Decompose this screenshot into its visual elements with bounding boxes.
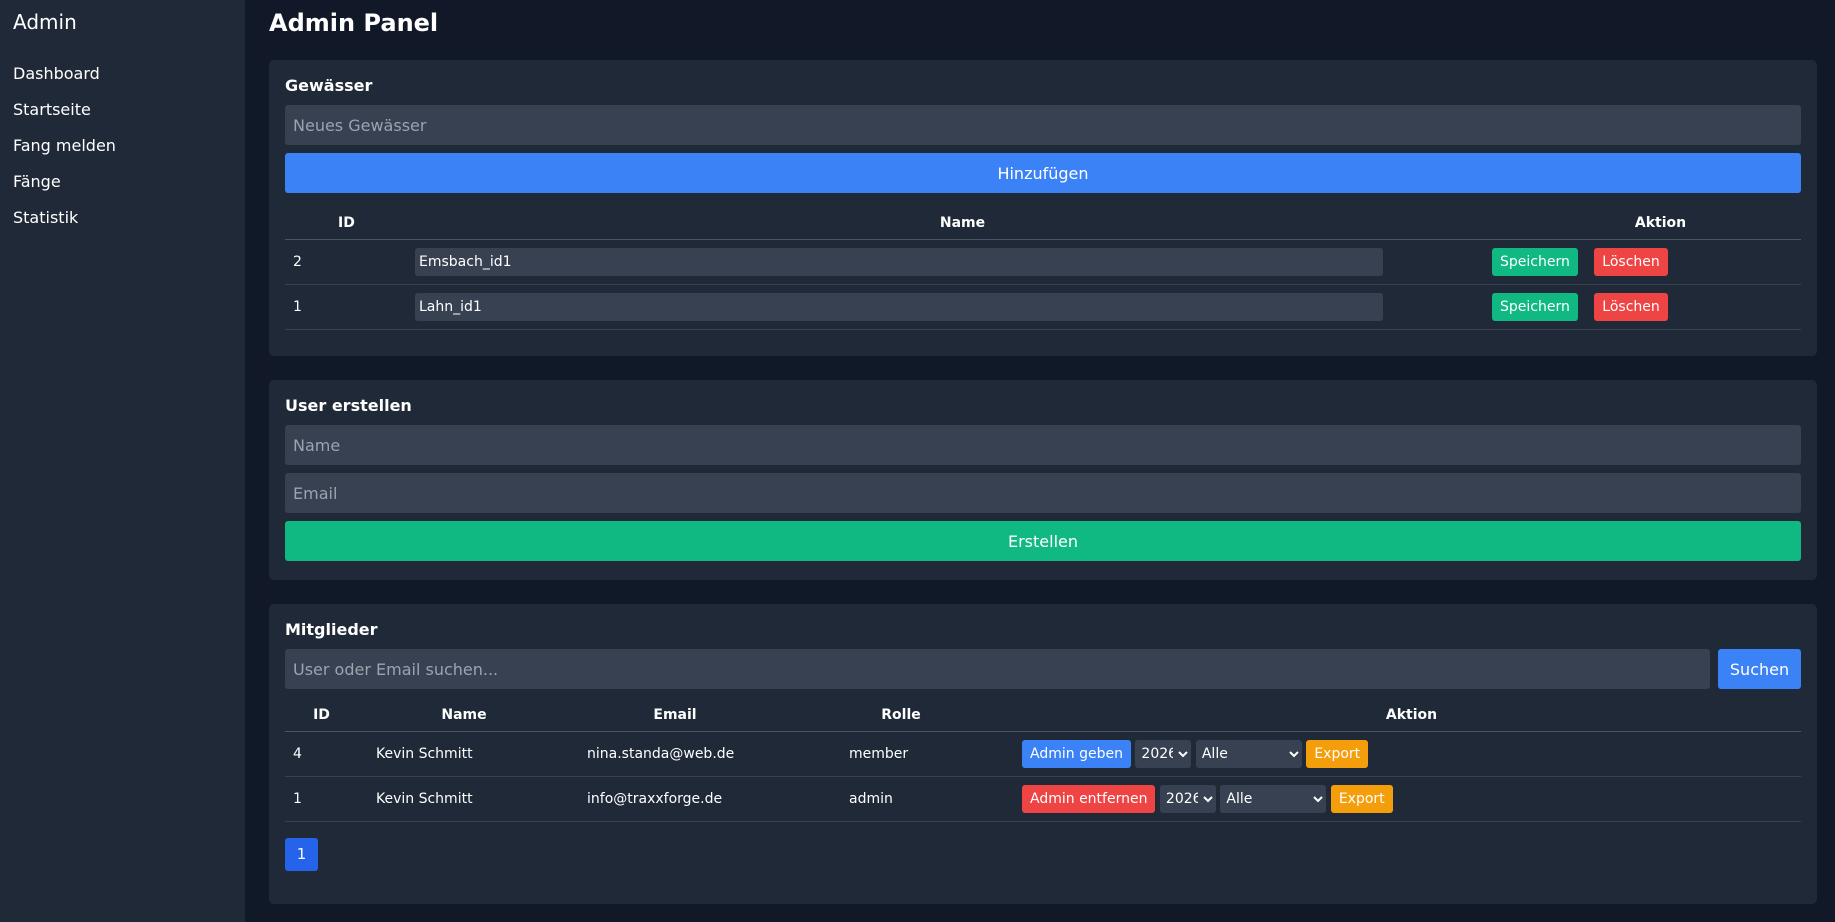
table-row: 1 Speichern Löschen <box>285 284 1801 330</box>
member-name: Kevin Schmitt <box>358 776 570 822</box>
filter-select[interactable]: Alle <box>1220 784 1327 813</box>
table-row: 4 Kevin Schmitt nina.standa@web.de membe… <box>285 731 1801 777</box>
gewaesser-name-input[interactable] <box>415 247 1383 276</box>
gewaesser-id: 1 <box>285 284 405 330</box>
user-create-title: User erstellen <box>285 396 412 415</box>
add-gewaesser-button[interactable]: Hinzufügen <box>285 153 1801 193</box>
delete-button[interactable]: Löschen <box>1594 247 1668 276</box>
sidebar-item-dashboard[interactable]: Dashboard <box>13 56 232 92</box>
member-name: Kevin Schmitt <box>358 731 570 777</box>
user-name-input[interactable] <box>285 425 1801 465</box>
gewaesser-id: 2 <box>285 239 405 285</box>
delete-button[interactable]: Löschen <box>1594 292 1668 321</box>
col-id: ID <box>285 207 405 240</box>
col-name: Name <box>405 207 1520 240</box>
col-name: Name <box>358 699 570 732</box>
search-button[interactable]: Suchen <box>1718 649 1801 689</box>
year-select[interactable]: 2026 <box>1159 784 1216 813</box>
main-content: Admin Panel Gewässer Hinzufügen ID Name … <box>269 0 1817 904</box>
sidebar-item-faenge[interactable]: Fänge <box>13 164 232 200</box>
pagination-page-button[interactable]: 1 <box>285 837 318 871</box>
sidebar: Admin Dashboard Startseite Fang melden F… <box>0 0 245 922</box>
admin-toggle-button[interactable]: Admin entfernen <box>1022 784 1156 813</box>
new-gewaesser-input[interactable] <box>285 105 1801 145</box>
sidebar-item-fang-melden[interactable]: Fang melden <box>13 128 232 164</box>
col-action: Aktion <box>1520 207 1801 240</box>
year-select[interactable]: 2026 <box>1135 739 1192 768</box>
user-email-input[interactable] <box>285 473 1801 513</box>
gewaesser-card: Gewässer Hinzufügen ID Name Aktion 2 Spe <box>269 60 1817 356</box>
save-button[interactable]: Speichern <box>1492 292 1578 321</box>
export-button[interactable]: Export <box>1330 784 1393 813</box>
member-role: admin <box>780 776 1022 822</box>
export-button[interactable]: Export <box>1306 739 1369 768</box>
sidebar-brand: Admin <box>13 10 77 34</box>
members-search-row: Suchen <box>285 649 1801 689</box>
member-email: nina.standa@web.de <box>570 731 780 777</box>
gewaesser-title: Gewässer <box>285 76 373 95</box>
col-id: ID <box>285 699 358 732</box>
col-role: Rolle <box>780 699 1022 732</box>
member-email: info@traxxforge.de <box>570 776 780 822</box>
col-action: Aktion <box>1022 699 1801 732</box>
page-title: Admin Panel <box>269 9 439 37</box>
save-button[interactable]: Speichern <box>1492 247 1578 276</box>
table-row: 1 Kevin Schmitt info@traxxforge.de admin… <box>285 776 1801 822</box>
member-search-input[interactable] <box>285 649 1710 689</box>
create-user-button[interactable]: Erstellen <box>285 521 1801 561</box>
gewaesser-name-input[interactable] <box>415 292 1383 321</box>
col-email: Email <box>570 699 780 732</box>
members-table: ID Name Email Rolle Aktion 4 Kevin Schmi… <box>285 699 1801 822</box>
filter-select[interactable]: Alle <box>1195 739 1302 768</box>
members-title: Mitglieder <box>285 620 378 639</box>
gewaesser-table: ID Name Aktion 2 Speichern Löschen <box>285 207 1801 330</box>
sidebar-item-startseite[interactable]: Startseite <box>13 92 232 128</box>
member-id: 1 <box>285 776 358 822</box>
members-card: Mitglieder Suchen ID Name Email Rolle Ak… <box>269 604 1817 904</box>
sidebar-item-statistik[interactable]: Statistik <box>13 200 232 236</box>
user-create-card: User erstellen Erstellen <box>269 380 1817 580</box>
member-role: member <box>780 731 1022 777</box>
admin-toggle-button[interactable]: Admin geben <box>1022 739 1131 768</box>
member-id: 4 <box>285 731 358 777</box>
table-row: 2 Speichern Löschen <box>285 239 1801 285</box>
